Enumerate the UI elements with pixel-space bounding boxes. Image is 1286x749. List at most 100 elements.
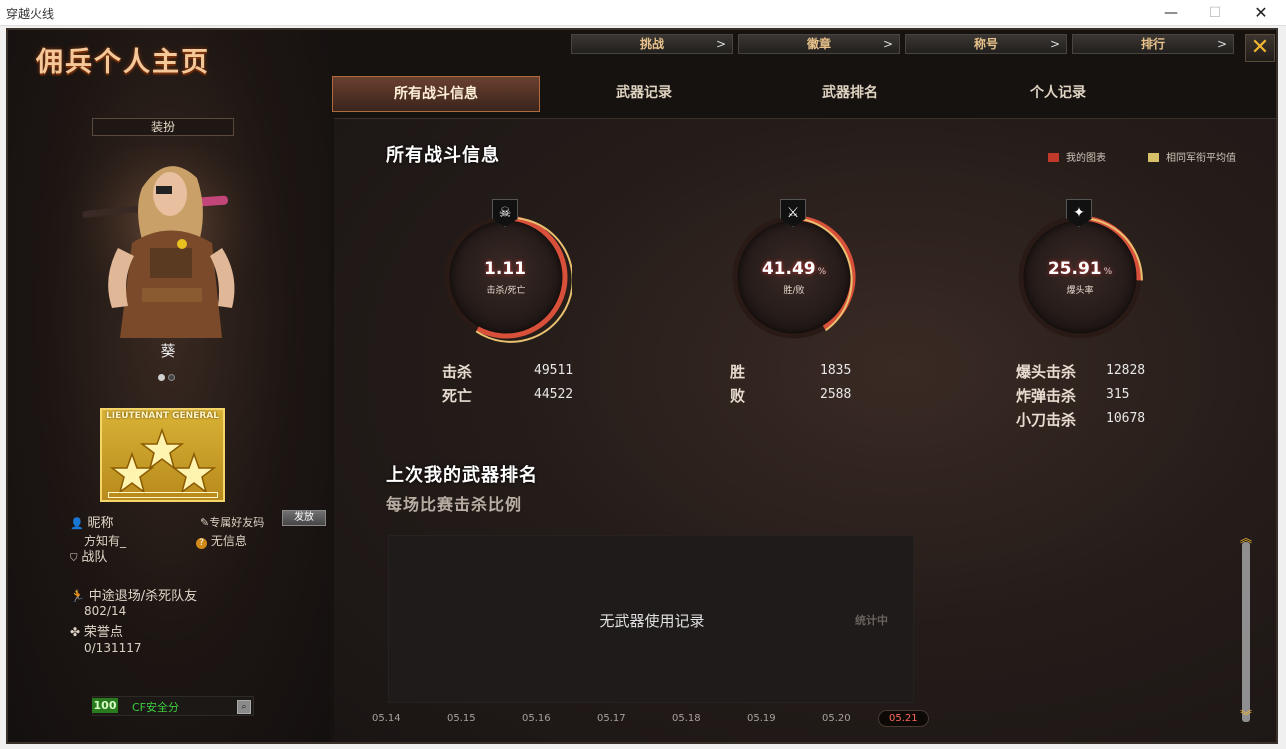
tab-weapon-record[interactable]: 武器记录 [540, 76, 748, 112]
rank-text: LIEUTENANT GENERAL [106, 411, 219, 421]
nav-badge-button[interactable]: 徽章 > [738, 34, 900, 54]
tab-weapon-ranking[interactable]: 武器排名 [746, 76, 954, 112]
character-name: 葵 [160, 342, 176, 360]
legend-average: 相同军衔平均值 [1148, 149, 1236, 164]
knife-kill-label: 小刀击杀 [1016, 411, 1077, 429]
winrate-value-row: 41.49% [728, 259, 860, 279]
rank-progress [108, 492, 218, 498]
date-item[interactable]: 05.14 [372, 713, 401, 724]
no-info-text: 无信息 [210, 534, 247, 548]
friend-code-row: ✎专属好友码 [200, 514, 264, 530]
scroll-down-icon[interactable]: ︾ [1238, 710, 1254, 722]
knife-kill-value: 10678 [1106, 411, 1146, 426]
character-portrait [72, 148, 262, 338]
kill-label: 击杀 [442, 363, 473, 381]
winrate-gauge: ⚔ 41.49% 胜/败 [728, 199, 860, 343]
date-item[interactable]: 05.20 [822, 713, 851, 724]
app-window: 穿越火线 — ☐ ✕ 佣兵个人主页 装扮 葵 LIEUTENANT GENERA… [0, 0, 1286, 749]
winrate-caption: 胜/败 [783, 286, 805, 296]
gauge-average-arc [475, 216, 572, 343]
date-item-current[interactable]: 05.21 [878, 710, 929, 727]
headshot-kill-value: 12828 [1106, 363, 1146, 378]
character-pager [158, 366, 178, 385]
rank-stars-icon [109, 428, 217, 494]
close-profile-button[interactable]: ✕ [1245, 34, 1275, 62]
nav-badge-label: 徽章 [806, 37, 831, 51]
chevron-right-icon: > [882, 37, 893, 51]
legend-average-label: 相同军衔平均值 [1166, 153, 1236, 164]
win-value: 1835 [820, 363, 852, 378]
win-label: 胜 [730, 363, 746, 381]
search-icon[interactable]: ⌕ [237, 700, 251, 714]
quit-label: 中途退场/杀死队友 [88, 589, 198, 604]
rank-badge: LIEUTENANT GENERAL [100, 408, 225, 502]
counting-label: 统计中 [855, 614, 888, 627]
quit-value: 802/14 [84, 604, 127, 618]
kd-gauge: ☠ 1.11 击杀/死亡 [440, 199, 572, 343]
quit-row: 🏃 中途退场/杀死队友 [70, 585, 197, 604]
chevron-right-icon: > [1216, 37, 1227, 51]
honor-value: 0/131117 [84, 641, 142, 655]
death-label: 死亡 [442, 387, 473, 405]
nav-challenge-label: 挑战 [639, 37, 664, 51]
no-weapon-record: 无武器使用记录 [599, 612, 705, 630]
honor-row: ✤ 荣誉点 [70, 621, 123, 640]
tab-personal-record[interactable]: 个人记录 [954, 76, 1162, 112]
nav-rank-label: 排行 [1140, 37, 1165, 51]
friend-code-icon: ✎ [200, 516, 210, 529]
nav-rank-button[interactable]: 排行 > [1072, 34, 1234, 54]
team-icon: ⛉ [70, 553, 78, 564]
weapon-chart-area: 无武器使用记录 统计中 [388, 535, 914, 703]
date-item[interactable]: 05.16 [522, 713, 551, 724]
profile-frame: 佣兵个人主页 装扮 葵 LIEUTENANT GENERAL 👤 昵称 ✎专属好… [6, 28, 1278, 744]
legend-swatch-red [1048, 153, 1059, 162]
tab-bar: 所有战斗信息 武器记录 武器排名 个人记录 [332, 76, 1276, 112]
tab-all-battle-info[interactable]: 所有战斗信息 [332, 76, 540, 112]
nickname-row: 👤 昵称 [70, 512, 114, 531]
kill-value: 49511 [534, 363, 574, 378]
headshot-caption: 爆头率 [1066, 286, 1094, 296]
minimize-button[interactable]: — [1148, 0, 1194, 26]
pager-dot-active[interactable] [158, 374, 165, 381]
left-panel: 佣兵个人主页 装扮 葵 LIEUTENANT GENERAL 👤 昵称 ✎专属好… [8, 30, 330, 742]
headshot-kill-label: 爆头击杀 [1016, 363, 1077, 381]
bomb-kill-value: 315 [1106, 387, 1130, 402]
date-item[interactable]: 05.15 [447, 713, 476, 724]
user-icon: 👤 [70, 517, 84, 530]
outfit-button[interactable]: 装扮 [92, 118, 234, 136]
nickname-label: 昵称 [87, 516, 114, 531]
running-man-icon: 🏃 [70, 589, 85, 603]
close-window-button[interactable]: ✕ [1238, 0, 1284, 26]
honor-icon: ✤ [70, 625, 81, 639]
pager-dot[interactable] [168, 374, 175, 381]
date-item[interactable]: 05.19 [747, 713, 776, 724]
date-item[interactable]: 05.17 [597, 713, 626, 724]
team-label: 战队 [81, 550, 108, 565]
maximize-button[interactable]: ☐ [1192, 0, 1238, 26]
scrollbar[interactable] [1242, 542, 1250, 722]
winrate-pct: % [817, 267, 827, 277]
section-title: 所有战斗信息 [386, 145, 500, 166]
nav-title-label: 称号 [973, 37, 998, 51]
honor-label: 荣誉点 [83, 625, 123, 640]
kd-value-row: 1.11 [440, 259, 572, 279]
legend-my-chart: 我的图表 [1048, 149, 1106, 164]
content-panel: 所有战斗信息 我的图表 相同军衔平均值 ☠ 1.11 击杀/死亡 ⚔ 41.49… [334, 118, 1276, 742]
no-info-row: ? 无信息 [196, 532, 247, 549]
headshot-pct: % [1103, 267, 1113, 277]
question-icon: ? [196, 538, 207, 549]
safe-score-label: CF安全分 [132, 701, 180, 714]
send-button[interactable]: 发放 [282, 510, 326, 526]
team-row: ⛉ 战队 [70, 546, 107, 565]
nav-challenge-button[interactable]: 挑战 > [571, 34, 733, 54]
nav-title-button[interactable]: 称号 > [905, 34, 1067, 54]
chevron-right-icon: > [715, 37, 726, 51]
death-value: 44522 [534, 387, 574, 402]
legend-my-chart-label: 我的图表 [1066, 153, 1106, 164]
window-title: 穿越火线 [6, 7, 55, 21]
loss-value: 2588 [820, 387, 852, 402]
date-item[interactable]: 05.18 [672, 713, 701, 724]
kd-caption: 击杀/死亡 [486, 286, 526, 296]
headshot-value: 25.91 [1047, 259, 1102, 279]
legend-swatch-gold [1148, 153, 1159, 162]
